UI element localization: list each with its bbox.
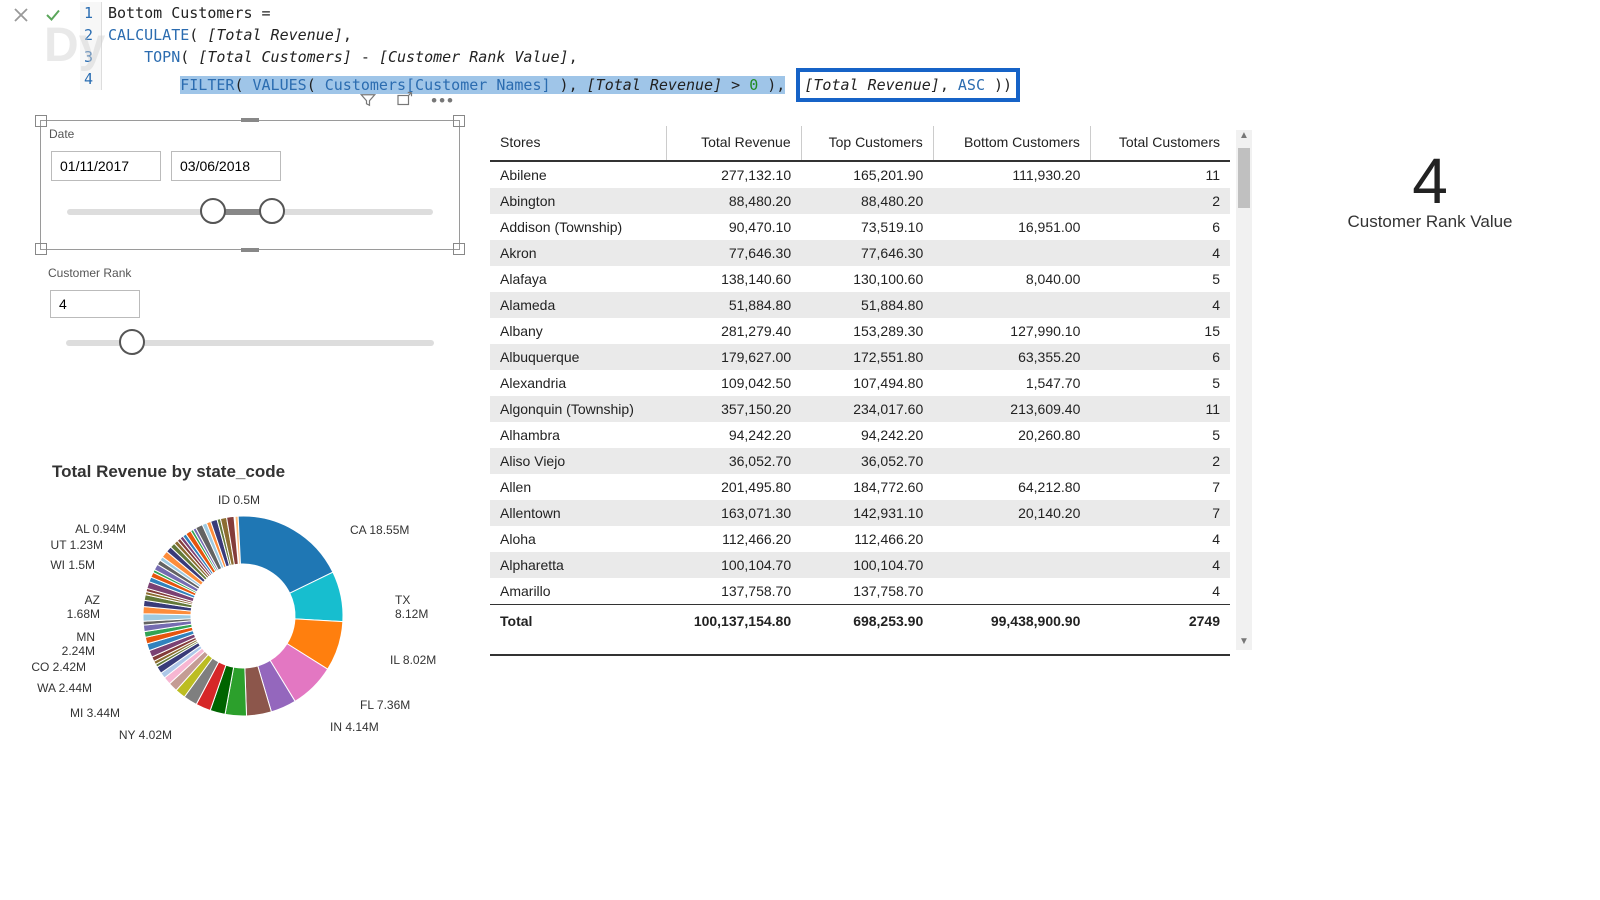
donut-label: AZ 1.68M: [67, 593, 100, 621]
column-header[interactable]: Bottom Customers: [933, 126, 1090, 161]
line-gutter: 1 2 3 4: [80, 2, 102, 90]
donut-label: MI 3.44M: [70, 706, 120, 720]
scroll-thumb[interactable]: [1238, 148, 1250, 208]
slicer-title: Date: [41, 121, 459, 147]
column-header[interactable]: Stores: [490, 126, 667, 161]
table-row[interactable]: Alafaya138,140.60130,100.608,040.005: [490, 266, 1230, 292]
chart-title: Total Revenue by state_code: [40, 456, 460, 488]
range-handle[interactable]: [119, 329, 145, 355]
table-row[interactable]: Akron77,646.3077,646.304: [490, 240, 1230, 266]
donut-label: CO 2.42M: [31, 660, 86, 674]
date-slicer[interactable]: ••• Date: [40, 120, 460, 250]
date-from-input[interactable]: [51, 151, 161, 181]
dax-editor[interactable]: Bottom Customers = CALCULATE( [Total Rev…: [102, 2, 1600, 102]
donut-label: AL 0.94M: [75, 522, 126, 536]
resize-handle[interactable]: [453, 115, 465, 127]
donut-label: UT 1.23M: [51, 538, 103, 552]
donut-label: WA 2.44M: [37, 681, 92, 695]
table-row[interactable]: Alpharetta100,104.70100,104.704: [490, 552, 1230, 578]
table-row[interactable]: Allen201,495.80184,772.6064,212.807: [490, 474, 1230, 500]
date-to-input[interactable]: [171, 151, 281, 181]
donut-label: FL 7.36M: [360, 698, 410, 712]
scroll-down-icon[interactable]: ▼: [1238, 636, 1250, 650]
customer-rank-card[interactable]: 4 Customer Rank Value: [1300, 144, 1560, 232]
table-row[interactable]: Aloha112,466.20112,466.204: [490, 526, 1230, 552]
commit-icon[interactable]: [44, 6, 62, 24]
customer-rank-slicer[interactable]: Customer Rank: [40, 260, 460, 380]
table-row[interactable]: Allentown163,071.30142,931.1020,140.207: [490, 500, 1230, 526]
table-row[interactable]: Alameda51,884.8051,884.804: [490, 292, 1230, 318]
total-cell: 99,438,900.90: [933, 605, 1090, 638]
table-row[interactable]: Albuquerque179,627.00172,551.8063,355.20…: [490, 344, 1230, 370]
table-row[interactable]: Algonquin (Township)357,150.20234,017.60…: [490, 396, 1230, 422]
donut-label: ID 0.5M: [218, 493, 260, 507]
kpi-value: 4: [1300, 144, 1560, 218]
scroll-up-icon[interactable]: ▲: [1238, 130, 1250, 144]
rank-input[interactable]: [50, 290, 140, 318]
total-cell: 100,137,154.80: [667, 605, 802, 638]
donut-chart-visual[interactable]: Total Revenue by state_code CA 18.55M TX …: [40, 456, 460, 796]
slicer-title: Customer Rank: [40, 260, 460, 286]
resize-handle[interactable]: [241, 248, 259, 252]
table-row[interactable]: Amarillo137,758.70137,758.704: [490, 578, 1230, 605]
resize-handle[interactable]: [35, 243, 47, 255]
table-row[interactable]: Abilene277,132.10165,201.90111,930.2011: [490, 161, 1230, 188]
donut-label: WI 1.5M: [50, 558, 95, 572]
table-row[interactable]: Alhambra94,242.2094,242.2020,260.805: [490, 422, 1230, 448]
donut-svg: [133, 496, 353, 736]
donut-label: TX 8.12M: [395, 593, 428, 621]
date-range-track[interactable]: [67, 209, 433, 215]
total-cell: Total: [490, 605, 667, 638]
range-handle-end[interactable]: [259, 198, 285, 224]
column-header[interactable]: Total Revenue: [667, 126, 802, 161]
stores-table[interactable]: StoresTotal RevenueTop CustomersBottom C…: [490, 126, 1230, 656]
resize-handle[interactable]: [453, 243, 465, 255]
focus-mode-icon[interactable]: [395, 91, 413, 114]
table-row[interactable]: Addison (Township)90,470.1073,519.1016,9…: [490, 214, 1230, 240]
column-header[interactable]: Total Customers: [1090, 126, 1230, 161]
donut-label: MN 2.24M: [62, 630, 95, 658]
column-header[interactable]: Top Customers: [801, 126, 933, 161]
range-handle-start[interactable]: [200, 198, 226, 224]
donut-label: CA 18.55M: [350, 523, 409, 537]
resize-handle[interactable]: [241, 118, 259, 122]
table-row[interactable]: Alexandria109,042.50107,494.801,547.705: [490, 370, 1230, 396]
more-options-icon[interactable]: •••: [431, 91, 455, 114]
donut-label: IN 4.14M: [330, 720, 379, 734]
scrollbar[interactable]: ▲ ▼: [1236, 130, 1252, 650]
kpi-label: Customer Rank Value: [1300, 212, 1560, 232]
donut-label: NY 4.02M: [119, 728, 172, 742]
total-cell: 2749: [1090, 605, 1230, 638]
resize-handle[interactable]: [35, 115, 47, 127]
cancel-icon[interactable]: [12, 6, 30, 24]
total-cell: 698,253.90: [801, 605, 933, 638]
table-row[interactable]: Albany281,279.40153,289.30127,990.1015: [490, 318, 1230, 344]
rank-range-track[interactable]: [66, 340, 434, 346]
donut-label: IL 8.02M: [390, 653, 436, 667]
table-row[interactable]: Aliso Viejo36,052.7036,052.702: [490, 448, 1230, 474]
filter-icon[interactable]: [359, 91, 377, 114]
table-row[interactable]: Abington88,480.2088,480.202: [490, 188, 1230, 214]
